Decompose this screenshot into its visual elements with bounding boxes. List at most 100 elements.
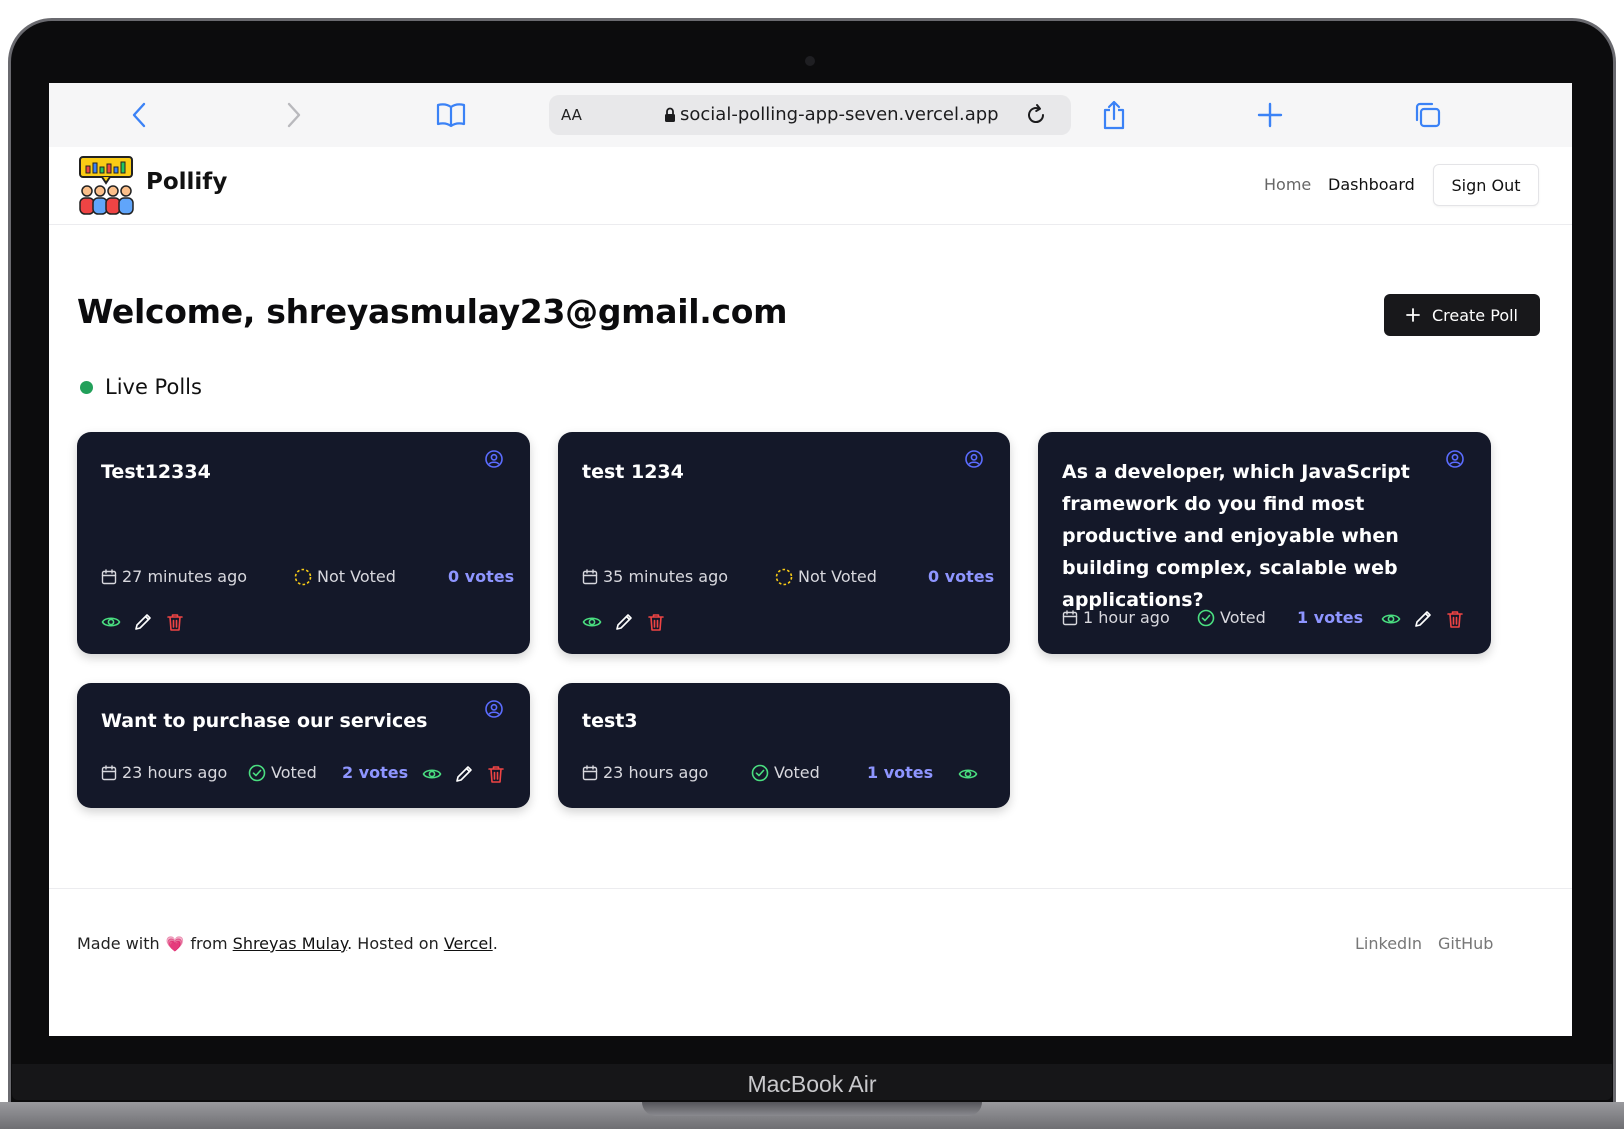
pencil-icon: [456, 766, 472, 782]
poll-title[interactable]: Test12334: [101, 456, 461, 488]
view-poll-button[interactable]: [1381, 609, 1401, 629]
share-icon: [1103, 100, 1125, 130]
vote-status-text: Not Voted: [317, 567, 396, 586]
vote-status: Voted: [751, 763, 820, 782]
poll-time-text: 35 minutes ago: [603, 567, 729, 586]
poll-title[interactable]: As a developer, which JavaScript framewo…: [1062, 456, 1472, 616]
poll-time-text: 27 minutes ago: [122, 567, 248, 586]
eye-icon: [101, 617, 121, 627]
tabs-button[interactable]: [1413, 100, 1443, 130]
bookmarks-button[interactable]: [436, 100, 466, 130]
trash-icon: [167, 614, 183, 631]
nav-dashboard-link[interactable]: Dashboard: [1328, 175, 1415, 194]
vote-count: 2 votes: [342, 763, 409, 782]
book-icon: [436, 103, 466, 128]
vote-status: Not Voted: [294, 567, 396, 586]
poll-time-text: 1 hour ago: [1083, 608, 1170, 627]
edit-poll-button[interactable]: [133, 612, 153, 632]
view-poll-button[interactable]: [582, 612, 602, 632]
new-tab-button[interactable]: [1255, 100, 1285, 130]
delete-poll-button[interactable]: [646, 612, 666, 632]
sign-out-button[interactable]: Sign Out: [1433, 164, 1539, 206]
plus-icon: [1257, 102, 1283, 128]
page-title: Welcome, shreyasmulay23@gmail.com: [77, 292, 788, 331]
pending-icon: [775, 568, 793, 585]
github-link[interactable]: GitHub: [1438, 934, 1493, 953]
calendar-icon: [1062, 609, 1078, 625]
poll-time: 23 hours ago: [582, 763, 708, 782]
poll-time: 27 minutes ago: [101, 567, 247, 586]
check-circle-icon: [248, 764, 266, 781]
poll-card[interactable]: As a developer, which JavaScript framewo…: [1038, 432, 1491, 654]
footer-hosted-on: . Hosted on: [347, 934, 439, 953]
poll-card[interactable]: test 1234 35 minutes ago Not Voted 0 votes: [558, 432, 1010, 654]
poll-title[interactable]: test3: [582, 705, 942, 737]
edit-poll-button[interactable]: [614, 612, 634, 632]
edit-poll-button[interactable]: [1413, 609, 1433, 629]
footer-from: from: [190, 934, 228, 953]
delete-poll-button[interactable]: [1445, 609, 1465, 629]
vote-status-text: Not Voted: [798, 567, 877, 586]
footer-credits: Made with 💗 from Shreyas Mulay. Hosted on …: [77, 934, 498, 953]
pollify-logo[interactable]: [77, 155, 135, 215]
user-circle-icon: [1446, 450, 1464, 468]
poll-time: 35 minutes ago: [582, 567, 728, 586]
check-circle-icon: [751, 764, 769, 781]
check-circle-icon: [1197, 609, 1215, 626]
view-poll-button[interactable]: [101, 612, 121, 632]
pencil-icon: [135, 614, 151, 630]
calendar-icon: [101, 568, 117, 584]
footer-divider: [49, 888, 1572, 889]
poll-time: 23 hours ago: [101, 763, 227, 782]
poll-card[interactable]: test3 23 hours ago Voted 1 votes: [558, 683, 1010, 808]
tabs-icon: [1415, 102, 1441, 128]
poll-time-text: 23 hours ago: [603, 763, 709, 782]
view-poll-button[interactable]: [422, 764, 442, 784]
author-link[interactable]: Shreyas Mulay: [233, 934, 347, 953]
chevron-right-icon: [287, 102, 301, 128]
edit-poll-button[interactable]: [454, 764, 474, 784]
share-button[interactable]: [1099, 100, 1129, 130]
forward-button[interactable]: [279, 100, 309, 130]
back-button[interactable]: [124, 100, 154, 130]
vote-count: 1 votes: [1297, 608, 1364, 627]
linkedin-link[interactable]: LinkedIn: [1355, 934, 1422, 953]
vote-status: Voted: [248, 763, 317, 782]
vote-status: Voted: [1197, 608, 1266, 627]
host-link[interactable]: Vercel: [444, 934, 493, 953]
reload-button[interactable]: [1021, 100, 1051, 130]
reload-icon: [1028, 104, 1045, 124]
pencil-icon: [616, 614, 632, 630]
delete-poll-button[interactable]: [165, 612, 185, 632]
screen: AA social-polling-app-seven.vercel.app P…: [49, 83, 1572, 1036]
eye-icon: [422, 769, 442, 779]
poll-title[interactable]: test 1234: [582, 456, 942, 488]
view-poll-button[interactable]: [958, 764, 978, 784]
poll-card[interactable]: Want to purchase our services 23 hours ag…: [77, 683, 530, 808]
brand-name[interactable]: Pollify: [146, 169, 227, 195]
chevron-left-icon: [132, 102, 146, 128]
poll-title[interactable]: Want to purchase our services: [101, 705, 461, 737]
nav-home-link[interactable]: Home: [1264, 175, 1311, 194]
vote-status: Not Voted: [775, 567, 877, 586]
camera: [805, 56, 815, 66]
poll-card[interactable]: Test12334 27 minutes ago Not Voted 0 votes: [77, 432, 530, 654]
owner-icon: [484, 449, 504, 473]
browser-toolbar: AA social-polling-app-seven.vercel.app: [49, 83, 1572, 148]
text-size-button[interactable]: AA: [561, 95, 582, 135]
user-circle-icon: [485, 700, 503, 718]
heart-icon: 💗: [165, 935, 185, 953]
vote-count: 0 votes: [448, 567, 515, 586]
user-circle-icon: [485, 450, 503, 468]
url-text: social-polling-app-seven.vercel.app: [680, 104, 999, 125]
address-bar[interactable]: AA social-polling-app-seven.vercel.app: [549, 95, 1071, 135]
vote-count: 0 votes: [928, 567, 995, 586]
create-poll-button[interactable]: Create Poll: [1384, 294, 1540, 336]
calendar-icon: [101, 764, 117, 780]
app-header: Pollify Home Dashboard Sign Out: [49, 147, 1572, 225]
poll-time: 1 hour ago: [1062, 608, 1170, 627]
section-title: Live Polls: [105, 375, 202, 399]
lock-icon: [665, 107, 675, 122]
footer-made-with: Made with: [77, 934, 160, 953]
delete-poll-button[interactable]: [486, 764, 506, 784]
